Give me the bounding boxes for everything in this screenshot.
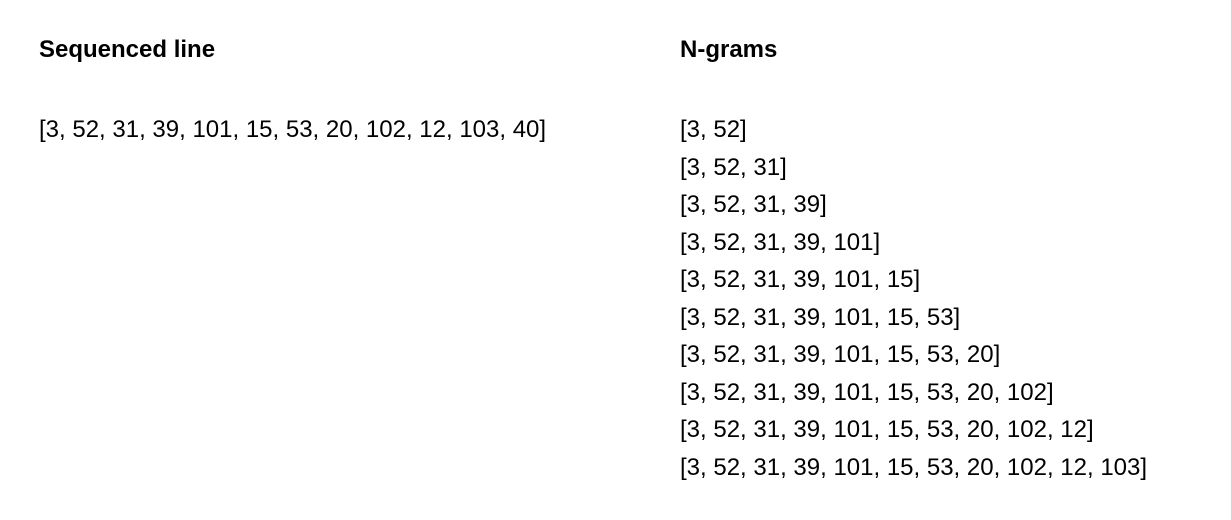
ngram-item: [3, 52, 31, 39, 101, 15, 53, 20, 102] xyxy=(680,378,1054,406)
sequenced-line-heading: Sequenced line xyxy=(39,36,216,63)
ngrams-heading: N-grams xyxy=(680,36,778,63)
ngram-item: [3, 52, 31, 39, 101] xyxy=(680,228,881,256)
ngram-item: [3, 52, 31, 39, 101, 15] xyxy=(680,266,921,293)
ngram-list: [3, 52] [3, 52, 31] [3, 52, 31, 39] [3, … xyxy=(680,111,1147,486)
ngram-item: [3, 52, 31, 39, 101, 15, 53, 20] xyxy=(680,341,1001,368)
sequenced-line-value: [3, 52, 31, 39, 101, 15, 53, 20, 102, 12… xyxy=(39,116,547,143)
ngram-item: [3, 52, 31] xyxy=(680,153,787,181)
ngram-item: [3, 52, 31, 39, 101, 15, 53, 20, 102, 12… xyxy=(680,416,1094,443)
ngram-item: [3, 52, 31, 39, 101, 15, 53, 20, 102, 12… xyxy=(680,453,1148,481)
ngram-item: [3, 52, 31, 39, 101, 15, 53] xyxy=(680,303,961,331)
ngram-item: [3, 52] xyxy=(680,116,747,143)
ngram-item: [3, 52, 31, 39] xyxy=(680,191,827,218)
